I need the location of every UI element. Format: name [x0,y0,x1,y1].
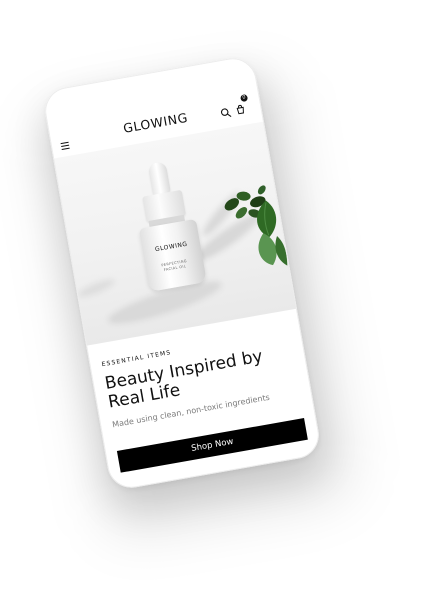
dropper-bulb [147,161,171,196]
product-bottle-image[interactable]: GLOWING PERFECTING FACIAL OIL [126,156,221,316]
bottle-brand-label: GLOWING [154,240,189,254]
bottle-body: GLOWING PERFECTING FACIAL OIL [138,218,207,292]
cart-icon[interactable] [233,99,247,115]
bottle-product-label: PERFECTING FACIAL OIL [161,258,188,273]
search-icon[interactable] [218,103,232,117]
mockup-stage: GLOWING 0 GLOWING PERFECTING FACIAL OIL … [0,0,426,597]
hero-banner: GLOWING PERFECTING FACIAL OIL [53,121,297,346]
leaf-shadow [75,275,117,301]
